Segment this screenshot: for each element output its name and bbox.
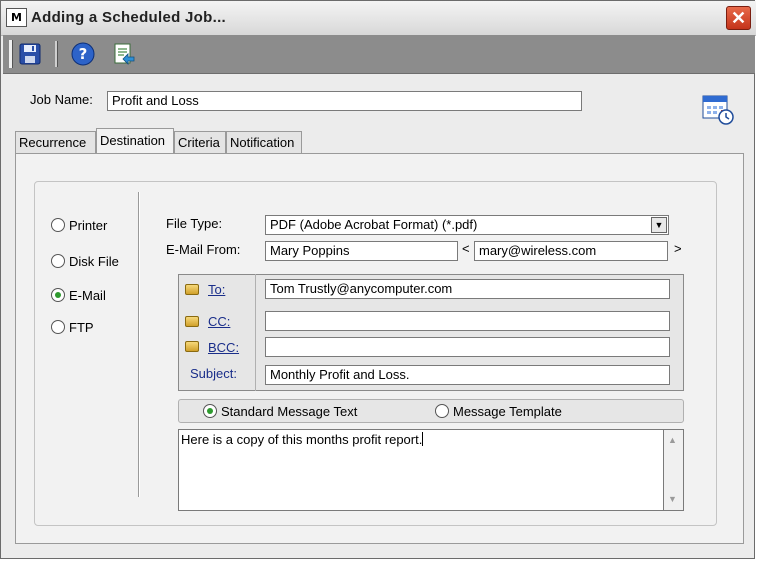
cc-label[interactable]: CC: bbox=[208, 314, 230, 329]
radio-label-email: E-Mail bbox=[69, 288, 106, 303]
radio-label-printer: Printer bbox=[69, 218, 108, 233]
radio-email[interactable] bbox=[51, 288, 65, 302]
tab-label: Recurrence bbox=[19, 135, 87, 150]
bcc-field[interactable] bbox=[265, 337, 670, 357]
subject-field[interactable]: Monthly Profit and Loss. bbox=[265, 365, 670, 385]
address-book-icon[interactable] bbox=[185, 284, 199, 295]
tab-destination[interactable]: Destination bbox=[96, 128, 174, 154]
radio-label-standard-message: Standard Message Text bbox=[221, 404, 358, 419]
message-body-textarea[interactable]: Here is a copy of this months profit rep… bbox=[178, 429, 663, 511]
help-button[interactable]: ? bbox=[70, 41, 96, 67]
recipients-divider bbox=[255, 274, 256, 391]
help-icon: ? bbox=[71, 42, 95, 66]
radio-standard-message[interactable] bbox=[203, 404, 217, 418]
toolbar-grip bbox=[9, 40, 13, 68]
toolbar-separator bbox=[55, 41, 58, 67]
app-logo-icon: M bbox=[6, 8, 27, 27]
close-icon: ✕ bbox=[730, 8, 747, 28]
tab-recurrence[interactable]: Recurrence bbox=[15, 131, 96, 153]
scroll-up-icon[interactable]: ▲ bbox=[668, 435, 677, 445]
schedule-calendar-icon bbox=[701, 92, 735, 126]
tab-label: Criteria bbox=[178, 135, 220, 150]
address-book-icon[interactable] bbox=[185, 316, 199, 327]
radio-message-template[interactable] bbox=[435, 404, 449, 418]
email-from-address-input[interactable]: mary@wireless.com bbox=[474, 241, 668, 261]
message-body-text: Here is a copy of this months profit rep… bbox=[181, 432, 423, 447]
cc-field[interactable] bbox=[265, 311, 670, 331]
scheduled-job-dialog: M Adding a Scheduled Job... ✕ ? Job Name… bbox=[0, 0, 756, 559]
tab-notification[interactable]: Notification bbox=[226, 131, 302, 153]
tab-label: Notification bbox=[230, 135, 295, 150]
job-name-label: Job Name: bbox=[30, 92, 93, 107]
title-bar: M Adding a Scheduled Job... ✕ bbox=[1, 1, 756, 36]
vertical-separator bbox=[138, 192, 140, 497]
radio-disk-file[interactable] bbox=[51, 254, 65, 268]
window-title: Adding a Scheduled Job... bbox=[31, 9, 227, 26]
tab-criteria[interactable]: Criteria bbox=[174, 131, 226, 153]
save-icon bbox=[19, 43, 41, 65]
email-from-label: E-Mail From: bbox=[166, 242, 241, 257]
address-book-icon[interactable] bbox=[185, 341, 199, 352]
job-name-input[interactable]: Profit and Loss bbox=[107, 91, 582, 111]
bcc-label[interactable]: BCC: bbox=[208, 340, 239, 355]
radio-label-message-template: Message Template bbox=[453, 404, 562, 419]
radio-printer[interactable] bbox=[51, 218, 65, 232]
to-field[interactable]: Tom Trustly@anycomputer.com bbox=[265, 279, 670, 299]
radio-label-ftp: FTP bbox=[69, 320, 94, 335]
tab-label: Destination bbox=[100, 133, 166, 148]
svg-text:?: ? bbox=[79, 45, 88, 63]
scroll-down-icon[interactable]: ▼ bbox=[668, 494, 677, 504]
message-scrollbar[interactable]: ▲ ▼ bbox=[663, 429, 684, 511]
radio-label-disk-file: Disk File bbox=[69, 254, 119, 269]
email-from-name-input[interactable]: Mary Poppins bbox=[265, 241, 458, 261]
chevron-down-icon[interactable]: ▼ bbox=[651, 217, 667, 233]
export-icon bbox=[114, 43, 135, 65]
radio-ftp[interactable] bbox=[51, 320, 65, 334]
subject-label: Subject: bbox=[190, 366, 237, 381]
file-type-value: PDF (Adobe Acrobat Format) (*.pdf) bbox=[270, 217, 478, 232]
toolbar: ? bbox=[3, 35, 755, 74]
close-button[interactable]: ✕ bbox=[726, 6, 751, 30]
file-type-label: File Type: bbox=[166, 216, 223, 231]
to-label[interactable]: To: bbox=[208, 282, 225, 297]
export-button[interactable] bbox=[111, 41, 137, 67]
open-angle-bracket: < bbox=[462, 241, 470, 256]
close-angle-bracket: > bbox=[674, 241, 682, 256]
file-type-select[interactable]: PDF (Adobe Acrobat Format) (*.pdf) bbox=[265, 215, 669, 235]
text-caret bbox=[422, 432, 424, 446]
save-button[interactable] bbox=[17, 41, 43, 67]
